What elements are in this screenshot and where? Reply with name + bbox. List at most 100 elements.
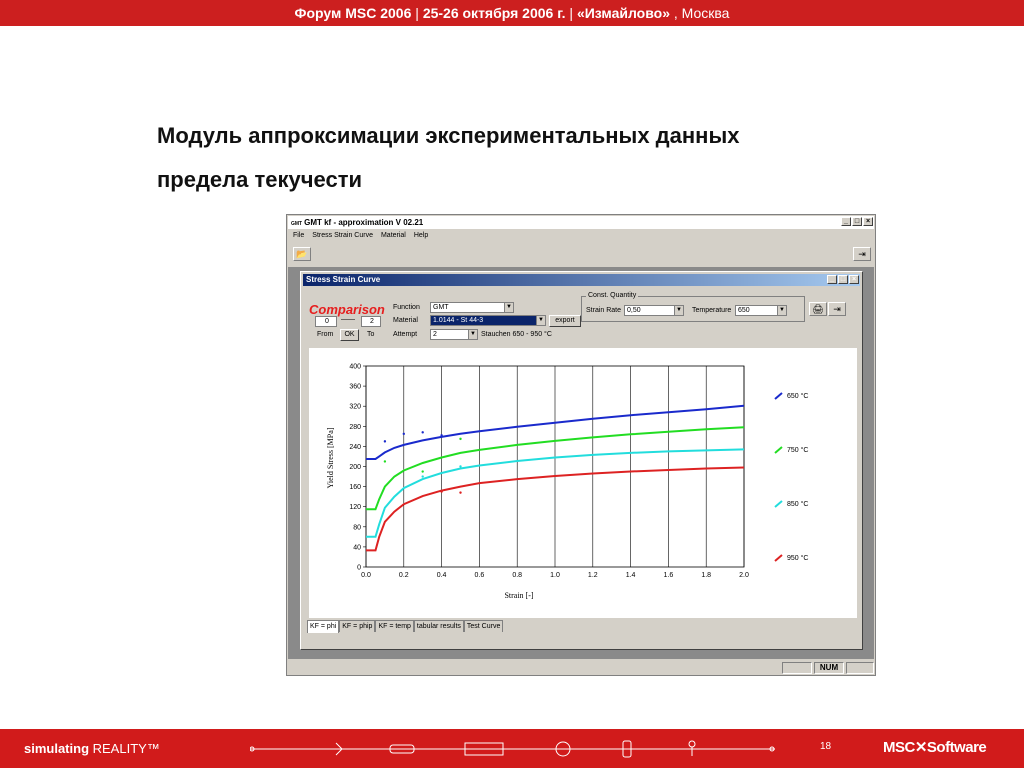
y-tick-label: 120 bbox=[349, 504, 361, 511]
menu-help[interactable]: Help bbox=[414, 230, 428, 242]
tab-tabular-results[interactable]: tabular results bbox=[413, 620, 464, 632]
chart-tabs: KF = phi KF = phip KF = temp tabular res… bbox=[307, 620, 504, 633]
const-quantity-title: Const. Quantity bbox=[586, 292, 639, 299]
header-sep: | bbox=[565, 5, 577, 21]
x-tick-label: 1.6 bbox=[664, 572, 674, 579]
y-tick-label: 400 bbox=[349, 364, 361, 371]
child-maximize-button[interactable]: □ bbox=[838, 275, 848, 284]
menu-stress-strain-curve[interactable]: Stress Strain Curve bbox=[312, 230, 373, 242]
header-sep: | bbox=[411, 5, 423, 21]
tab-test-curve[interactable]: Test Curve bbox=[463, 620, 504, 632]
legend-swatch bbox=[774, 446, 783, 454]
from-label: From bbox=[317, 331, 334, 338]
exit-icon[interactable]: ⇥ bbox=[853, 247, 871, 261]
yield-stress-chart: 0.0 0.2 0.4 0.6 0.8 1.0 1.2 1.4 1.6 1.8 2.0 0 40 80 12… bbox=[326, 364, 808, 601]
to-label: To bbox=[367, 331, 375, 338]
status-panel bbox=[846, 662, 874, 674]
gmt-logo: GMT bbox=[291, 221, 303, 227]
num-indicator: NUM bbox=[814, 662, 844, 674]
window-controls: _ □ × bbox=[841, 217, 873, 226]
measured-point bbox=[459, 465, 462, 468]
legend-label: 850 °C bbox=[787, 500, 808, 508]
child-close-button[interactable]: × bbox=[849, 275, 859, 284]
legend-swatch bbox=[774, 392, 783, 400]
app-window: GMT GMT kf - approximation V 02.21 _ □ × … bbox=[286, 214, 876, 676]
mdi-area: Stress Strain Curve _ □ × Comparison 0 —… bbox=[288, 267, 874, 659]
material-select[interactable]: 1.0144 - St 44-3 ▼ bbox=[430, 315, 546, 326]
temperature-label: Temperature bbox=[692, 307, 732, 314]
legend-label: 950 °C bbox=[787, 554, 808, 562]
temperature-select[interactable]: 650 ▼ bbox=[735, 305, 787, 316]
y-tick-label: 280 bbox=[349, 424, 361, 431]
x-tick-label: 0.8 bbox=[512, 572, 522, 579]
x-tick-label: 2.0 bbox=[739, 572, 749, 579]
function-select[interactable]: GMT ▼ bbox=[430, 302, 514, 313]
header-venue: «Измайлово» bbox=[576, 5, 670, 21]
print-icon[interactable]: 🖨 bbox=[809, 302, 827, 316]
function-label: Function bbox=[393, 304, 420, 311]
app-title: GMT kf - approximation V 02.21 bbox=[304, 218, 424, 227]
measured-point bbox=[459, 437, 462, 441]
measured-point bbox=[383, 460, 387, 463]
page-number: 18 bbox=[820, 741, 832, 752]
child-title: Stress Strain Curve bbox=[306, 275, 381, 284]
status-panel bbox=[782, 662, 812, 674]
chart-grid bbox=[365, 365, 745, 568]
measured-point bbox=[440, 434, 443, 437]
header-city: , Москва bbox=[670, 5, 730, 21]
y-tick-label: 40 bbox=[353, 544, 361, 551]
comparison-label: Comparison bbox=[309, 302, 385, 317]
tab-kf-temp[interactable]: KF = temp bbox=[375, 620, 414, 632]
measured-point bbox=[421, 475, 424, 478]
header-date: 25-26 октября 2006 г. bbox=[422, 5, 566, 21]
legend-swatch bbox=[774, 500, 783, 508]
x-axis-label: Strain [-] bbox=[504, 591, 533, 600]
y-tick-label: 320 bbox=[349, 404, 361, 411]
x-tick-label: 0.0 bbox=[361, 572, 371, 579]
tab-kf-phip[interactable]: KF = phip bbox=[339, 620, 376, 632]
to-field[interactable]: 2 bbox=[361, 316, 381, 327]
child-minimize-button[interactable]: _ bbox=[827, 275, 837, 284]
status-bar: NUM bbox=[288, 660, 874, 674]
chart-legend: 650 °C 750 °C 850 °C 950 °C bbox=[774, 392, 808, 562]
from-field[interactable]: 0 bbox=[315, 316, 337, 327]
exit-icon[interactable]: ⇥ bbox=[828, 302, 846, 316]
x-tick-label: 0.4 bbox=[437, 572, 447, 579]
x-tick-label: 1.4 bbox=[626, 572, 636, 579]
dropdown-arrow-icon: ▼ bbox=[468, 330, 477, 339]
attempt-note: Stauchen 650 - 950 °C bbox=[481, 331, 552, 338]
const-quantity-group: Const. Quantity Strain Rate 0,50 ▼ Temper… bbox=[581, 292, 805, 322]
dropdown-arrow-icon: ▼ bbox=[536, 316, 545, 325]
minimize-button[interactable]: _ bbox=[841, 217, 851, 226]
x-tick-label: 0.2 bbox=[399, 572, 409, 579]
x-tick-label: 1.8 bbox=[701, 572, 711, 579]
measured-point bbox=[440, 490, 443, 493]
maximize-button[interactable]: □ bbox=[852, 217, 862, 226]
y-tick-label: 240 bbox=[349, 444, 361, 451]
x-tick-label: 1.0 bbox=[550, 572, 560, 579]
chart-area: 0.0 0.2 0.4 0.6 0.8 1.0 1.2 1.4 1.6 1.8 2.0 0 40 80 12… bbox=[309, 348, 857, 618]
measured-point bbox=[383, 440, 387, 443]
slide-title-line2: предела текучести bbox=[157, 167, 362, 192]
app-titlebar: GMT GMT kf - approximation V 02.21 _ □ × bbox=[288, 216, 874, 229]
ok-button[interactable]: OK bbox=[340, 329, 359, 341]
close-button[interactable]: × bbox=[863, 217, 873, 226]
tab-kf-phi[interactable]: KF = phi bbox=[307, 620, 340, 633]
y-tick-label: 0 bbox=[357, 565, 361, 572]
x-tick-label: 1.2 bbox=[588, 572, 598, 579]
menu-file[interactable]: File bbox=[293, 230, 304, 242]
child-titlebar: Stress Strain Curve _ □ × bbox=[303, 274, 860, 286]
legend-label: 750 °C bbox=[787, 446, 808, 454]
menu-bar: File Stress Strain Curve Material Help bbox=[288, 230, 874, 242]
export-button[interactable]: export bbox=[549, 315, 581, 327]
strain-rate-select[interactable]: 0,50 ▼ bbox=[624, 305, 684, 316]
footer-brand: simulating REALITY™ bbox=[24, 741, 160, 756]
measured-point bbox=[402, 432, 405, 436]
y-tick-label: 200 bbox=[349, 464, 361, 471]
open-folder-icon[interactable]: 📂 bbox=[293, 247, 311, 261]
y-tick-label: 360 bbox=[349, 384, 361, 391]
menu-material[interactable]: Material bbox=[381, 230, 406, 242]
y-tick-label: 160 bbox=[349, 484, 361, 491]
attempt-select[interactable]: 2 ▼ bbox=[430, 329, 478, 340]
slide-title-line1: Модуль аппроксимации экспериментальных д… bbox=[157, 123, 740, 148]
